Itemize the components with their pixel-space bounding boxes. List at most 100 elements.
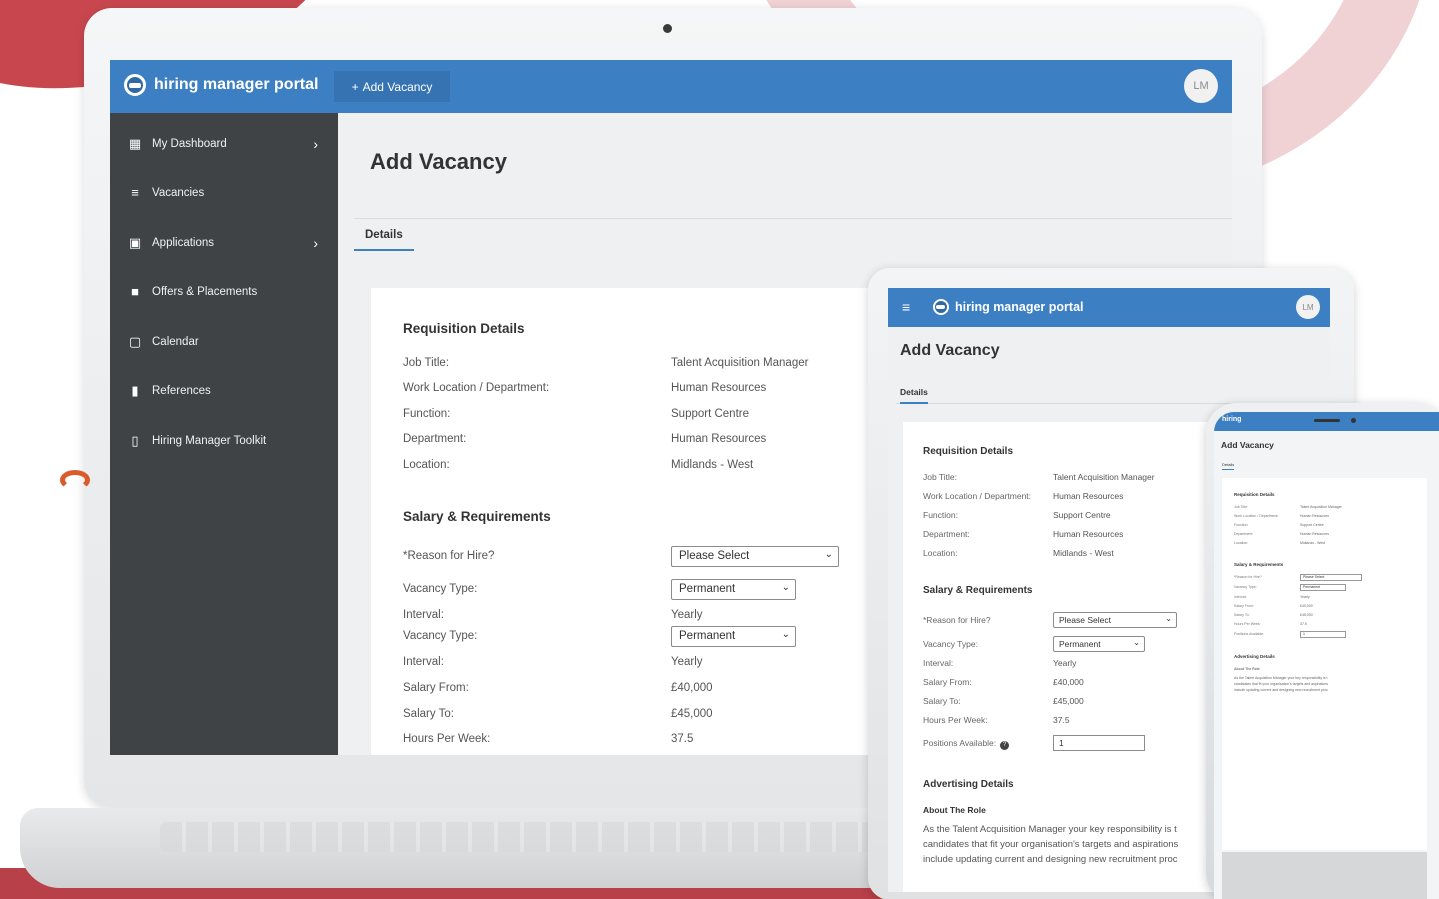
sidebar-item-applications[interactable]: ▣ Applications ›	[110, 218, 338, 268]
chevron-down-icon: ⌄	[824, 549, 833, 560]
advertising-details-heading: Advertising Details	[923, 779, 1014, 790]
laptop-camera	[663, 24, 672, 33]
vacancy-type-select[interactable]: Permanent	[1300, 584, 1346, 591]
hamburger-menu-icon[interactable]: ≡	[902, 299, 910, 315]
vacancy-type-select[interactable]: Permanent ⌄	[1053, 636, 1145, 652]
vacancy-type-select[interactable]: Permanent ⌄	[671, 626, 796, 647]
phone-camera	[1351, 418, 1356, 423]
footer-logo-icon	[60, 470, 90, 490]
brand-logo[interactable]: hiring manager portal	[124, 74, 318, 96]
brand-logo[interactable]: hiring manager portal	[933, 299, 1084, 315]
sidebar-item-my-dashboard[interactable]: ▦ My Dashboard ›	[110, 119, 338, 169]
chevron-down-icon: ⌄	[781, 582, 790, 593]
chevron-down-icon: ⌄	[781, 629, 790, 640]
tab-details[interactable]: Details	[1222, 462, 1235, 470]
vacancy-type-value: Permanent	[679, 630, 736, 642]
salary-requirements-heading: Salary & Requirements	[403, 509, 551, 524]
work-location-value: Human Resources	[671, 382, 767, 394]
vacancy-type-value: Permanent	[679, 583, 736, 595]
book-icon: ▯	[131, 432, 139, 448]
hours-per-week-value: 37.5	[671, 733, 694, 745]
reason-for-hire-select[interactable]: Please Select ⌄	[1053, 612, 1177, 628]
page-title: Add Vacancy	[370, 149, 507, 174]
chevron-down-icon: ⌄	[1133, 638, 1140, 647]
vacancy-form-card: Requisition Details Job Title: Talent Ac…	[1222, 478, 1427, 850]
requisition-details-heading: Requisition Details	[1234, 492, 1275, 497]
work-location-value: Human Resources	[1053, 491, 1124, 501]
briefcase-icon: ■	[131, 284, 139, 300]
tab-details[interactable]: Details	[900, 387, 928, 404]
job-title-label: Job Title:	[403, 357, 450, 369]
vacancy-form-card: Requisition Details Job Title: Talent Ac…	[371, 288, 891, 755]
sidebar-item-calendar[interactable]: ▢ Calendar	[110, 317, 338, 367]
hours-per-week-label: Hours Per Week:	[923, 715, 988, 725]
sidebar-item-label: References	[152, 385, 211, 398]
sidebar-item-label: Hiring Manager Toolkit	[152, 434, 267, 447]
brand-name-short[interactable]: hiring	[1222, 416, 1241, 423]
work-location-value: Human Resources	[1300, 514, 1329, 518]
department-value: Human Resources	[671, 433, 767, 445]
work-location-label: Work Location / Department:	[1234, 514, 1279, 518]
add-vacancy-button[interactable]: + Add Vacancy	[334, 71, 450, 102]
brand-name: hiring manager portal	[955, 300, 1084, 314]
top-navbar: hiring manager portal + Add Vacancy LM	[110, 60, 1232, 113]
tab-details[interactable]: Details	[354, 225, 414, 251]
user-avatar[interactable]: LM	[1184, 69, 1218, 103]
sidebar-item-vacancies[interactable]: ≡ Vacancies	[110, 169, 338, 219]
vacancy-type-label: Vacancy Type:	[923, 639, 978, 649]
salary-from-value: £40,000	[1300, 604, 1313, 608]
sidebar: ▦ My Dashboard › ≡ Vacancies ▣ Applicati…	[110, 113, 338, 755]
about-role-text-line-1: As the Talent Acquisition Manager your k…	[923, 824, 1177, 835]
interval-label: Interval:	[403, 609, 444, 621]
interval-value: Yearly	[1300, 595, 1310, 599]
phone-screen: hiring Add Vacancy Details Requisition D…	[1214, 412, 1439, 899]
location-value: Midlands - West	[1053, 548, 1114, 558]
positions-available-label: Positions Available:?	[923, 738, 1010, 750]
requisition-details-heading: Requisition Details	[923, 446, 1014, 457]
plus-icon: +	[351, 79, 359, 94]
sidebar-item-label: Offers & Placements	[152, 286, 258, 299]
function-value: Support Centre	[1053, 510, 1111, 520]
job-title-value: Talent Acquisition Manager	[1053, 472, 1155, 482]
vacancy-type-label: Vacancy Type:	[403, 583, 478, 595]
vacancy-form-card: Requisition Details Job Title: Talent Ac…	[903, 422, 1213, 892]
laptop-keyboard	[160, 822, 880, 852]
reason-for-hire-value: Please Select	[1059, 615, 1111, 625]
phone-footer-area	[1222, 852, 1427, 899]
page-title: Add Vacancy	[900, 342, 1000, 359]
positions-available-input[interactable]: 1	[1053, 735, 1145, 751]
about-role-text-line-2: candidates that fit your organisation's …	[1234, 682, 1329, 686]
portal-logo-icon	[933, 299, 949, 315]
vacancy-type-value: Permanent	[1059, 639, 1101, 649]
vacancy-type-select[interactable]: Permanent ⌄	[671, 579, 796, 600]
sidebar-item-offers-placements[interactable]: ■ Offers & Placements	[110, 268, 338, 318]
salary-to-value: £45,000	[1300, 613, 1313, 617]
tablet-navbar: ≡ hiring manager portal LM	[888, 288, 1330, 327]
sidebar-item-hiring-manager-toolkit[interactable]: ▯ Hiring Manager Toolkit	[110, 416, 338, 466]
requisition-details-heading: Requisition Details	[403, 321, 525, 336]
positions-available-label: Positions Available:	[1234, 632, 1265, 636]
salary-to-value: £45,000	[671, 708, 713, 720]
add-vacancy-label: Add Vacancy	[362, 79, 433, 94]
job-title-label: Job Title:	[1234, 505, 1249, 509]
interval-label: Interval:	[923, 658, 954, 668]
help-icon[interactable]: ?	[1000, 741, 1010, 750]
department-value: Human Resources	[1053, 529, 1124, 539]
sidebar-item-references[interactable]: ▮ References	[110, 367, 338, 417]
department-label: Department:	[403, 433, 467, 445]
sidebar-item-label: Calendar	[152, 335, 199, 348]
department-label: Department:	[1234, 532, 1254, 536]
positions-available-input[interactable]: 1	[1300, 631, 1346, 638]
marketing-stage: hiring manager portal + Add Vacancy LM ▦…	[0, 0, 1439, 899]
reason-for-hire-label: *Reason for Hire?	[923, 615, 991, 625]
hours-per-week-value: 37.5	[1053, 715, 1070, 725]
reason-for-hire-label: *Reason for Hire?	[403, 550, 495, 562]
reason-for-hire-select[interactable]: Please Select	[1300, 574, 1362, 581]
about-role-text-line-3: include updating current and designing n…	[1234, 688, 1328, 692]
salary-from-label: Salary From:	[1234, 604, 1255, 608]
positions-available-text: Positions Available:	[923, 738, 997, 748]
interval-label: Interval:	[403, 656, 444, 668]
reason-for-hire-select[interactable]: Please Select ⌄	[671, 546, 839, 567]
job-title-label: Job Title:	[923, 472, 958, 482]
user-avatar[interactable]: LM	[1296, 295, 1320, 319]
